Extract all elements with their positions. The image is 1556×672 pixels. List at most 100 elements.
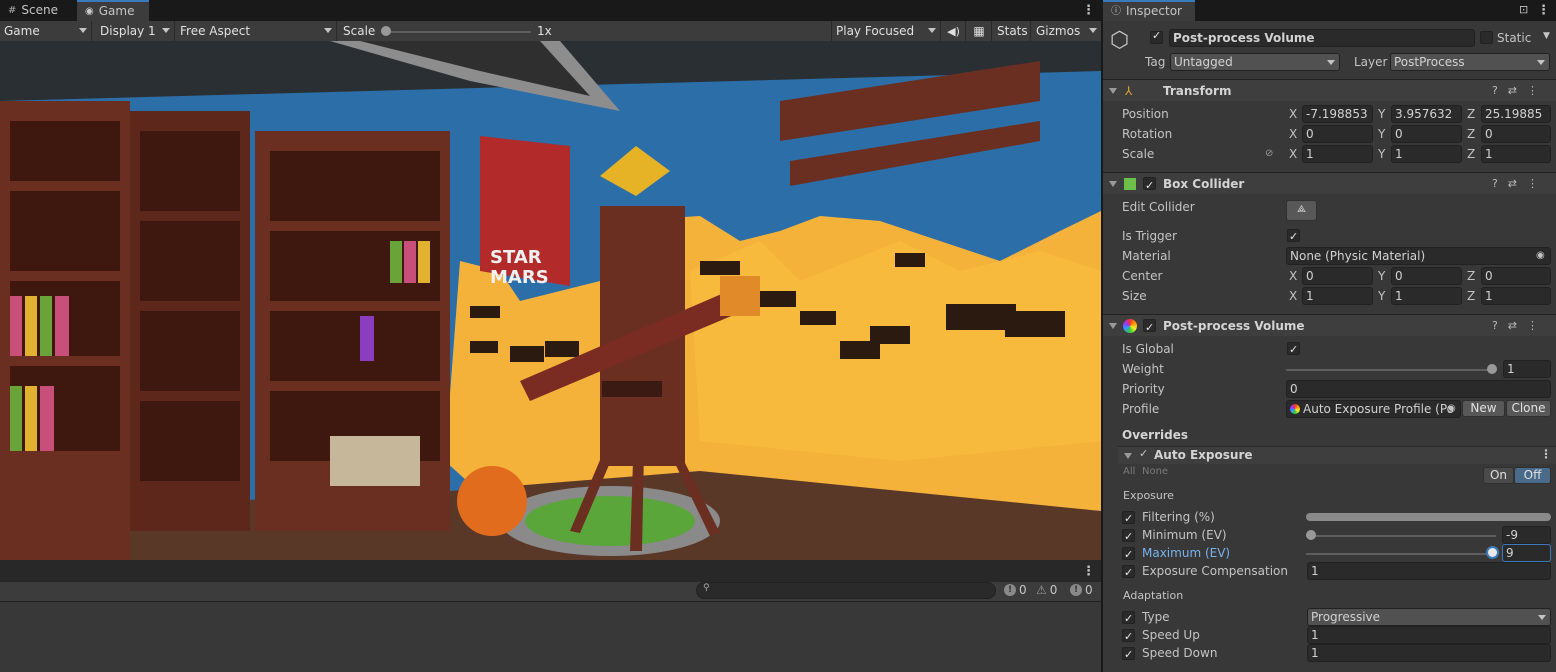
transform-header[interactable]: ⅄ Transform ?⇄⋮ (1103, 79, 1556, 101)
aspect-label: Free Aspect (180, 24, 251, 38)
auto-exposure-header[interactable]: ✓ Auto Exposure ⋮ (1118, 446, 1556, 464)
scale-y-field[interactable]: 1 (1391, 145, 1462, 163)
maximum-slider-track[interactable] (1306, 553, 1491, 555)
exposure-compensation-field[interactable]: 1 (1307, 562, 1551, 580)
position-y-field[interactable]: 3.957632 (1391, 105, 1462, 123)
is-trigger-checkbox[interactable] (1287, 227, 1300, 247)
is-global-checkbox[interactable] (1287, 340, 1300, 360)
minimum-override-checkbox[interactable] (1122, 527, 1135, 547)
scale-x-field[interactable]: 1 (1302, 145, 1373, 163)
position-x-field[interactable]: -7.198853 (1302, 105, 1373, 123)
stats-button[interactable]: Stats (993, 21, 1031, 41)
size-z-field[interactable]: 1 (1481, 287, 1551, 305)
aspect-dropdown[interactable]: Free Aspect (176, 21, 337, 41)
edit-collider-button[interactable]: ⟁ (1286, 200, 1317, 221)
minimum-slider-knob[interactable] (1306, 530, 1316, 540)
rotation-y-field[interactable]: 0 (1391, 125, 1462, 143)
tab-scene[interactable]: # Scene (0, 0, 66, 21)
scale-slider-track[interactable] (383, 31, 531, 33)
warning-count-toggle[interactable]: ⚠ 0 (1036, 583, 1057, 597)
size-y-field[interactable]: 1 (1391, 287, 1462, 305)
material-field[interactable]: None (Physic Material) (1286, 247, 1551, 265)
rotation-z-field[interactable]: 0 (1481, 125, 1551, 143)
weight-slider-track[interactable] (1286, 369, 1492, 371)
speed-up-override-checkbox[interactable] (1122, 627, 1135, 647)
auto-exposure-enabled-check[interactable]: ✓ (1139, 447, 1148, 460)
tab-menu-icon[interactable]: ⋮ (1082, 3, 1095, 18)
size-x-field[interactable]: 1 (1302, 287, 1373, 305)
console-search-input[interactable]: ⚲ (696, 582, 996, 599)
weight-slider-knob[interactable] (1487, 364, 1497, 374)
type-override-checkbox[interactable] (1122, 609, 1135, 629)
mute-audio-button[interactable]: ◀) (942, 21, 966, 41)
error-count-toggle[interactable]: ! 0 (1070, 583, 1093, 597)
component-menu-icons[interactable]: ?⇄⋮ (1492, 80, 1548, 102)
object-active-checkbox[interactable] (1150, 29, 1163, 44)
volume-enabled-checkbox[interactable] (1143, 317, 1156, 339)
override-none-link[interactable]: None (1142, 466, 1168, 477)
speed-down-override-checkbox[interactable] (1122, 645, 1135, 665)
display-dropdown[interactable]: Display 1 (96, 21, 175, 41)
compensation-override-checkbox[interactable] (1122, 563, 1135, 583)
maximum-ev-field[interactable]: 9 (1502, 544, 1551, 562)
console-menu-icon[interactable]: ⋮ (1082, 564, 1095, 579)
volume-header[interactable]: Post-process Volume ?⇄⋮ (1103, 314, 1556, 339)
center-z-field[interactable]: 0 (1481, 267, 1551, 285)
component-menu-icons[interactable]: ?⇄⋮ (1492, 173, 1548, 195)
center-y-field[interactable]: 0 (1391, 267, 1462, 285)
maximum-ev-label: Maximum (EV) (1142, 546, 1231, 560)
game-viewport[interactable]: STAR MARS (0, 41, 1101, 560)
speed-up-field[interactable]: 1 (1307, 626, 1551, 644)
gizmos-dropdown[interactable]: Gizmos (1032, 21, 1101, 41)
y-axis-label: Y (1378, 107, 1386, 121)
component-menu-icons[interactable]: ?⇄⋮ (1492, 315, 1548, 337)
profile-new-button[interactable]: New (1462, 400, 1505, 417)
y-axis-label: Y (1378, 289, 1386, 303)
priority-field[interactable]: 0 (1286, 380, 1551, 398)
layout-button[interactable]: ▦ (967, 21, 992, 41)
override-all-link[interactable]: All (1123, 466, 1135, 477)
game-mode-dropdown[interactable]: Game (0, 21, 92, 41)
rotation-x-field[interactable]: 0 (1302, 125, 1373, 143)
tab-game[interactable]: ◉ Game (77, 0, 149, 21)
link-icon[interactable]: ⊘ (1265, 144, 1273, 164)
play-focus-dropdown[interactable]: Play Focused (831, 21, 941, 41)
maximum-slider-knob[interactable] (1486, 546, 1499, 559)
static-checkbox[interactable] (1480, 31, 1493, 44)
speed-down-field[interactable]: 1 (1307, 644, 1551, 662)
profile-field[interactable]: Auto Exposure Profile (Po (1286, 400, 1461, 418)
effect-off-button[interactable]: Off (1514, 467, 1551, 484)
box-collider-header[interactable]: Box Collider ?⇄⋮ (1103, 172, 1556, 197)
scale-z-field[interactable]: 1 (1481, 145, 1551, 163)
minimum-slider-track[interactable] (1306, 535, 1496, 537)
profile-value: Auto Exposure Profile (Po (1303, 402, 1455, 416)
effect-menu-icon[interactable]: ⋮ (1540, 447, 1552, 461)
chevron-down-icon[interactable]: ▼ (1543, 31, 1550, 41)
type-dropdown[interactable]: Progressive (1307, 608, 1551, 626)
object-picker-icon[interactable]: ◉ (1536, 246, 1545, 266)
filtering-range-slider[interactable] (1306, 513, 1551, 521)
position-z-field[interactable]: 25.19885 (1481, 105, 1551, 123)
layer-dropdown[interactable]: PostProcess (1390, 53, 1550, 71)
filtering-override-checkbox[interactable] (1122, 509, 1135, 529)
object-name-field[interactable]: Post-process Volume (1169, 29, 1475, 47)
tab-inspector[interactable]: ⓘ Inspector (1103, 0, 1195, 21)
priority-row: Priority 0 (1103, 379, 1556, 399)
lock-icon[interactable]: ⊡ (1519, 3, 1528, 16)
tag-dropdown[interactable]: Untagged (1170, 53, 1340, 71)
center-x-field[interactable]: 0 (1302, 267, 1373, 285)
weight-field[interactable]: 1 (1503, 360, 1551, 378)
weight-row: Weight 1 (1103, 359, 1556, 379)
speed-up-label: Speed Up (1142, 628, 1200, 642)
inspector-menu-icon[interactable]: ⋮ (1537, 3, 1550, 18)
x-axis-label: X (1289, 269, 1298, 283)
info-count-toggle[interactable]: ! 0 (1004, 583, 1027, 597)
profile-clone-button[interactable]: Clone (1506, 400, 1551, 417)
y-axis-label: Y (1378, 269, 1386, 283)
object-picker-icon[interactable]: ◉ (1447, 399, 1456, 419)
scale-slider-knob[interactable] (381, 26, 391, 36)
minimum-ev-field[interactable]: -9 (1502, 526, 1551, 544)
box-collider-enabled-checkbox[interactable] (1143, 175, 1156, 197)
maximum-override-checkbox[interactable] (1122, 545, 1135, 565)
effect-on-button[interactable]: On (1483, 467, 1514, 484)
